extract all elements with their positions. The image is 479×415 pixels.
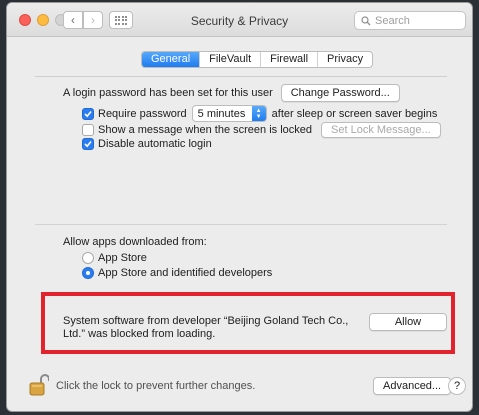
tab-privacy[interactable]: Privacy [318, 52, 372, 67]
change-password-button[interactable]: Change Password... [280, 84, 400, 102]
require-password-row: Require password 5 minutes ▲ ▼ after slee… [82, 105, 437, 122]
login-password-row: A login password has been set for this u… [63, 84, 400, 102]
show-message-label: Show a message when the screen is locked [98, 124, 313, 136]
require-password-suffix: after sleep or screen saver begins [271, 107, 438, 120]
tab-bar: General FileVault Firewall Privacy [141, 51, 374, 68]
disable-auto-login-checkbox[interactable] [82, 138, 94, 150]
checkmark-icon [84, 140, 92, 148]
require-password-label: Require password [98, 107, 187, 120]
search-placeholder: Search [375, 14, 410, 27]
updown-chevron-icon: ▲ ▼ [251, 106, 266, 121]
unlocked-padlock-icon[interactable] [29, 373, 49, 397]
show-message-row: Show a message when the screen is locked… [82, 122, 441, 138]
search-input[interactable]: Search [354, 11, 466, 30]
app-store-option[interactable]: App Store [82, 252, 147, 264]
app-store-label: App Store [98, 252, 147, 264]
preferences-window: ‹ › Security & Privacy Search General Fi… [6, 2, 473, 412]
blocked-software-message: System software from developer “Beijing … [63, 315, 349, 340]
login-password-text: A login password has been set for this u… [63, 87, 273, 99]
checkmark-icon [84, 110, 92, 117]
section-divider [35, 224, 447, 225]
disable-auto-login-row: Disable automatic login [82, 138, 212, 150]
password-delay-select[interactable]: 5 minutes ▲ ▼ [191, 105, 267, 122]
tab-filevault[interactable]: FileVault [200, 52, 262, 67]
tab-firewall[interactable]: Firewall [261, 52, 319, 67]
disable-auto-login-label: Disable automatic login [98, 138, 212, 150]
app-store-radio[interactable] [82, 252, 94, 264]
downloads-heading: Allow apps downloaded from: [63, 236, 207, 248]
advanced-button[interactable]: Advanced... [373, 377, 452, 395]
tab-general[interactable]: General [142, 52, 201, 67]
search-icon [361, 15, 371, 25]
identified-developers-option[interactable]: App Store and identified developers [82, 267, 272, 279]
title-bar: ‹ › Security & Privacy Search [7, 3, 472, 37]
require-password-checkbox[interactable] [82, 107, 94, 120]
help-button[interactable]: ? [448, 377, 466, 395]
identified-developers-label: App Store and identified developers [98, 267, 273, 279]
password-delay-value: 5 minutes [197, 107, 246, 120]
set-lock-message-button[interactable]: Set Lock Message... [321, 122, 441, 138]
lock-status-text: Click the lock to prevent further change… [56, 380, 256, 392]
allow-button[interactable]: Allow [369, 313, 447, 331]
show-message-checkbox[interactable] [82, 124, 94, 136]
identified-developers-radio[interactable] [82, 267, 94, 279]
